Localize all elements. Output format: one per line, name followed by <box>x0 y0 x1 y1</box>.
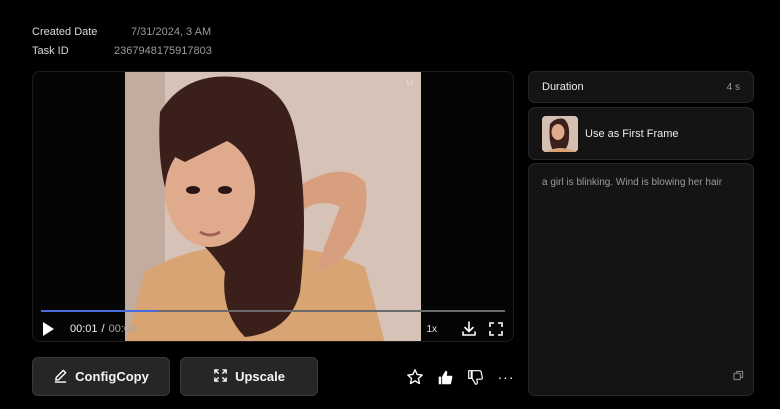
copy-icon[interactable] <box>733 368 744 386</box>
current-time: 00:01 <box>70 323 98 335</box>
task-id-label: Task ID <box>32 45 69 57</box>
download-icon[interactable] <box>461 321 477 340</box>
star-icon[interactable] <box>405 367 425 387</box>
upscale-label: Upscale <box>235 369 285 384</box>
thumbs-up-icon[interactable] <box>435 367 455 387</box>
prompt-panel: a girl is blinking. Wind is blowing her … <box>528 163 754 396</box>
config-copy-button[interactable]: ConfigCopy <box>32 357 170 396</box>
duration-label: Duration <box>542 81 584 93</box>
progress-bar[interactable] <box>41 310 505 312</box>
watermark-text: Li <box>406 78 413 87</box>
duration-value: 4 s <box>726 81 740 93</box>
config-copy-label: ConfigCopy <box>75 369 149 384</box>
expand-icon <box>213 368 228 386</box>
playback-speed-button[interactable]: 1x <box>426 324 437 335</box>
first-frame-label: Use as First Frame <box>585 127 679 140</box>
use-first-frame-panel[interactable]: Use as First Frame <box>528 107 754 160</box>
video-frame[interactable]: Li <box>125 72 421 341</box>
play-icon[interactable] <box>43 322 54 336</box>
created-date-row: Created Date 7/31/2024, 3 AM <box>32 26 211 38</box>
created-date-value: 7/31/2024, 3 AM <box>131 26 212 38</box>
fullscreen-icon[interactable] <box>488 321 504 340</box>
more-icon[interactable]: ··· <box>496 367 516 387</box>
pencil-icon <box>53 368 68 386</box>
thumbs-down-icon[interactable] <box>465 367 485 387</box>
upscale-button[interactable]: Upscale <box>180 357 318 396</box>
duration-time: 00:04 <box>108 323 137 335</box>
duration-panel: Duration 4 s <box>528 71 754 103</box>
video-player[interactable]: Li 00:01 / 00:04 1x <box>32 71 514 342</box>
player-controls: 00:01 / 00:04 1x <box>33 317 513 341</box>
time-separator: / <box>101 323 105 335</box>
task-id-value: 2367948175917803 <box>114 45 212 57</box>
prompt-text: a girl is blinking. Wind is blowing her … <box>542 177 723 188</box>
first-frame-thumbnail[interactable] <box>542 115 578 152</box>
created-date-label: Created Date <box>32 26 98 38</box>
task-id-row: Task ID 2367948175917803 <box>32 45 212 57</box>
progress-fill <box>41 310 157 312</box>
video-frame-illustration <box>125 72 421 341</box>
